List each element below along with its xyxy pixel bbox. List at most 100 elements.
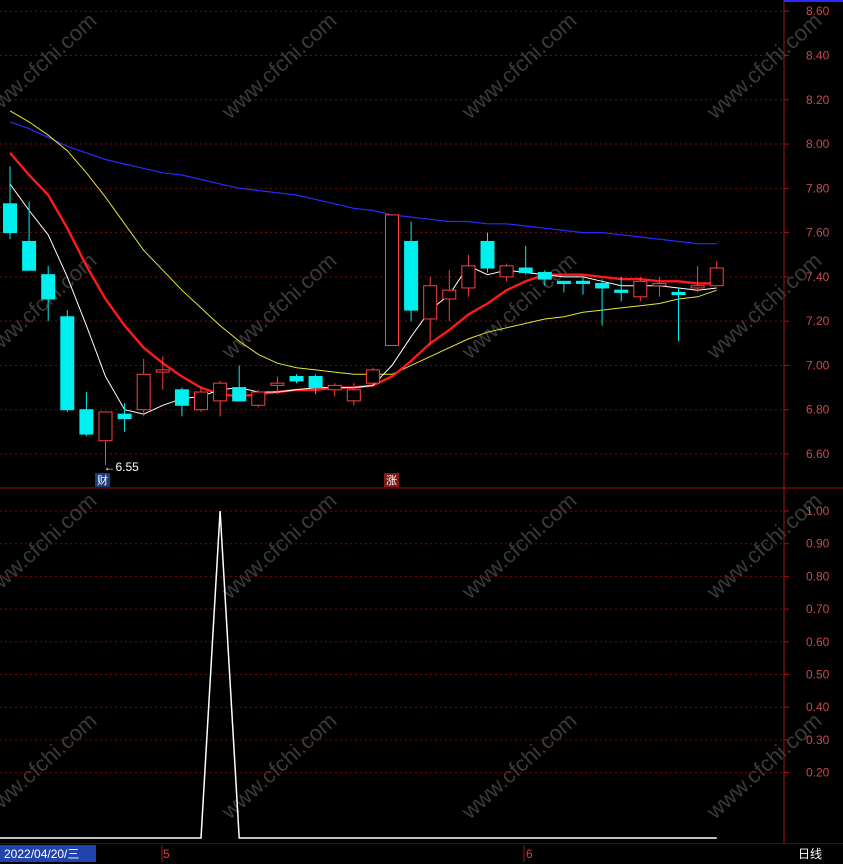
watermark-text: www.cfchi.com bbox=[456, 488, 582, 605]
watermark-text: www.cfchi.com bbox=[216, 248, 342, 365]
zhang-badge-label: 涨 bbox=[386, 474, 397, 487]
candle bbox=[79, 392, 94, 437]
indicator-tick-label: 0.90 bbox=[806, 537, 830, 551]
candle-body-up bbox=[136, 373, 151, 411]
candle-body-down bbox=[576, 280, 590, 285]
price-tick-label: 6.80 bbox=[806, 403, 830, 417]
candle-body-down bbox=[614, 289, 629, 293]
candle bbox=[499, 263, 514, 282]
candle-body-down bbox=[289, 376, 304, 382]
bottom-bar-bg bbox=[0, 844, 843, 864]
candle bbox=[327, 383, 342, 397]
price-tick-label: 8.00 bbox=[806, 137, 830, 151]
candle-body-down bbox=[556, 280, 571, 285]
candle bbox=[423, 276, 438, 346]
price-tick-label: 8.40 bbox=[806, 48, 830, 62]
candle-body-down bbox=[3, 203, 17, 234]
candle bbox=[308, 374, 323, 395]
candle-body-down bbox=[595, 283, 610, 289]
candle-body-up bbox=[155, 369, 170, 373]
candle-body-up bbox=[346, 389, 361, 402]
candle-body-down bbox=[117, 413, 132, 420]
price-tick-label: 7.80 bbox=[806, 181, 830, 195]
indicator-tick-label: 0.20 bbox=[806, 766, 830, 780]
candle-body-down bbox=[79, 409, 94, 435]
watermark-text: www.cfchi.com bbox=[0, 708, 101, 825]
cai-badge-label: 财 bbox=[97, 473, 108, 487]
price-tick-label: 6.60 bbox=[806, 447, 830, 461]
price-tick-label: 7.60 bbox=[806, 226, 830, 240]
indicator-tick-label: 0.70 bbox=[806, 602, 830, 616]
candle-body-up bbox=[442, 289, 457, 300]
candle bbox=[289, 374, 304, 384]
low-price-annotation: ←6.55 bbox=[104, 460, 140, 474]
candle bbox=[709, 261, 724, 287]
chart-frame bbox=[0, 0, 843, 845]
candle-body-up bbox=[194, 391, 208, 411]
indicator-tick-label: 0.60 bbox=[806, 635, 830, 649]
candle bbox=[671, 287, 686, 342]
candle bbox=[576, 276, 590, 295]
candle bbox=[518, 245, 533, 275]
candle-body-up bbox=[690, 285, 705, 289]
indicator-tick-label: 0.30 bbox=[806, 733, 830, 747]
watermark-text: www.cfchi.com bbox=[0, 8, 101, 125]
month-5-label: 5 bbox=[163, 847, 170, 861]
candle bbox=[365, 367, 380, 384]
watermark-text: www.cfchi.com bbox=[701, 248, 827, 365]
candle-body-down bbox=[308, 376, 323, 389]
candle-body-up bbox=[98, 411, 113, 442]
candle bbox=[461, 254, 476, 297]
indicator-tick-label: 1.00 bbox=[806, 504, 830, 518]
candle bbox=[556, 280, 571, 293]
chart-stage: www.cfchi.com www.cfchi.com www.cfchi.com w… bbox=[0, 0, 843, 864]
candle-body-up bbox=[499, 265, 514, 278]
price-axis-labels: 8.60 8.40 8.20 8.00 7.80 7.60 7.40 7.20 7.00 6.80… bbox=[784, 4, 830, 461]
candle-body-down bbox=[404, 240, 419, 311]
candle-body-up bbox=[652, 283, 667, 287]
candle-body-down bbox=[174, 389, 189, 406]
candle bbox=[174, 387, 189, 417]
indicator-tick-label: 0.50 bbox=[806, 668, 830, 682]
candlestick-series[interactable] bbox=[3, 166, 724, 466]
watermark-text: www.cfchi.com bbox=[456, 708, 582, 825]
candle bbox=[22, 201, 37, 271]
candle bbox=[117, 403, 132, 432]
ma60-line bbox=[9, 121, 717, 245]
indicator-tick-label: 0.80 bbox=[806, 569, 830, 583]
candle-body-up bbox=[709, 267, 724, 287]
candle bbox=[194, 387, 208, 412]
price-tick-label: 7.40 bbox=[806, 270, 830, 284]
ma5-line bbox=[9, 183, 717, 415]
indicator-line bbox=[0, 510, 717, 839]
zhang-badge[interactable]: 涨 bbox=[384, 473, 399, 487]
candle-body-down bbox=[232, 387, 247, 402]
candle bbox=[595, 279, 610, 326]
watermark-text: www.cfchi.com bbox=[701, 8, 827, 125]
indicator-tick-label: 0.40 bbox=[806, 700, 830, 714]
indicator-gridlines bbox=[0, 510, 784, 774]
watermark-text: www.cfchi.com bbox=[456, 248, 582, 365]
candle-body-up bbox=[633, 280, 648, 298]
candle bbox=[60, 310, 75, 412]
candle-body-up bbox=[461, 265, 476, 289]
candle bbox=[136, 358, 151, 417]
indicator-series bbox=[0, 510, 717, 839]
price-tick-label: 8.60 bbox=[806, 4, 830, 18]
cai-badge[interactable]: 财 bbox=[95, 473, 110, 487]
period-selector[interactable]: 日线 bbox=[798, 847, 822, 861]
current-date[interactable]: 2022/04/20/三 bbox=[4, 847, 79, 861]
candle bbox=[251, 389, 266, 408]
candle-body-down bbox=[671, 291, 686, 296]
candle bbox=[614, 276, 629, 302]
candle-body-up bbox=[327, 384, 342, 391]
ma10-line bbox=[9, 152, 717, 398]
candle bbox=[3, 166, 17, 240]
watermark-text: www.cfchi.com bbox=[216, 8, 342, 125]
candle-body-down bbox=[41, 274, 56, 300]
candle bbox=[155, 356, 170, 390]
price-tick-label: 8.20 bbox=[806, 93, 830, 107]
bottom-time-bar: 2022/04/20/三 5 6 日线 bbox=[0, 844, 843, 864]
candle-body-down bbox=[518, 267, 533, 273]
moving-average-lines bbox=[9, 110, 717, 415]
